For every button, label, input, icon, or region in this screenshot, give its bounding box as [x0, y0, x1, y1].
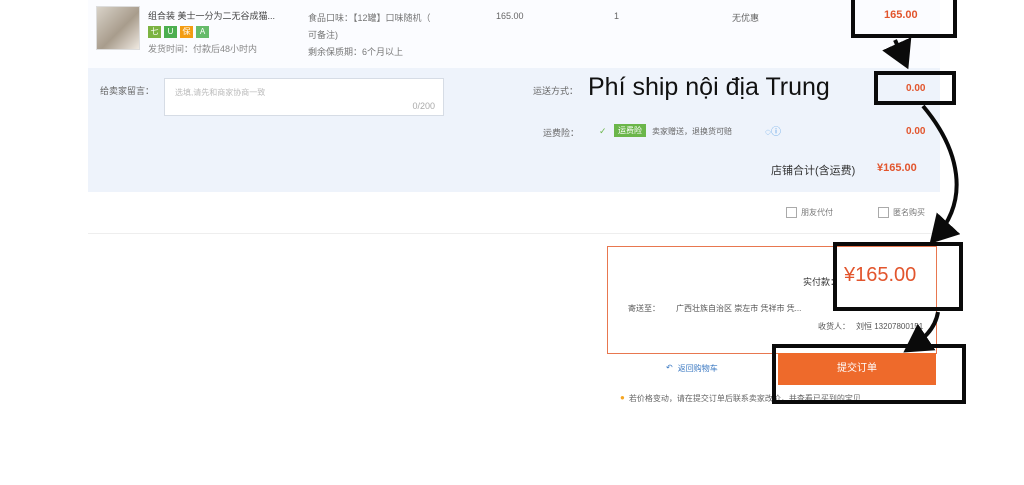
- arrow-icon: [882, 37, 912, 70]
- arrow-icon: [903, 311, 940, 353]
- arrow-icon: [921, 104, 961, 244]
- annotation-arrows: [882, 37, 961, 353]
